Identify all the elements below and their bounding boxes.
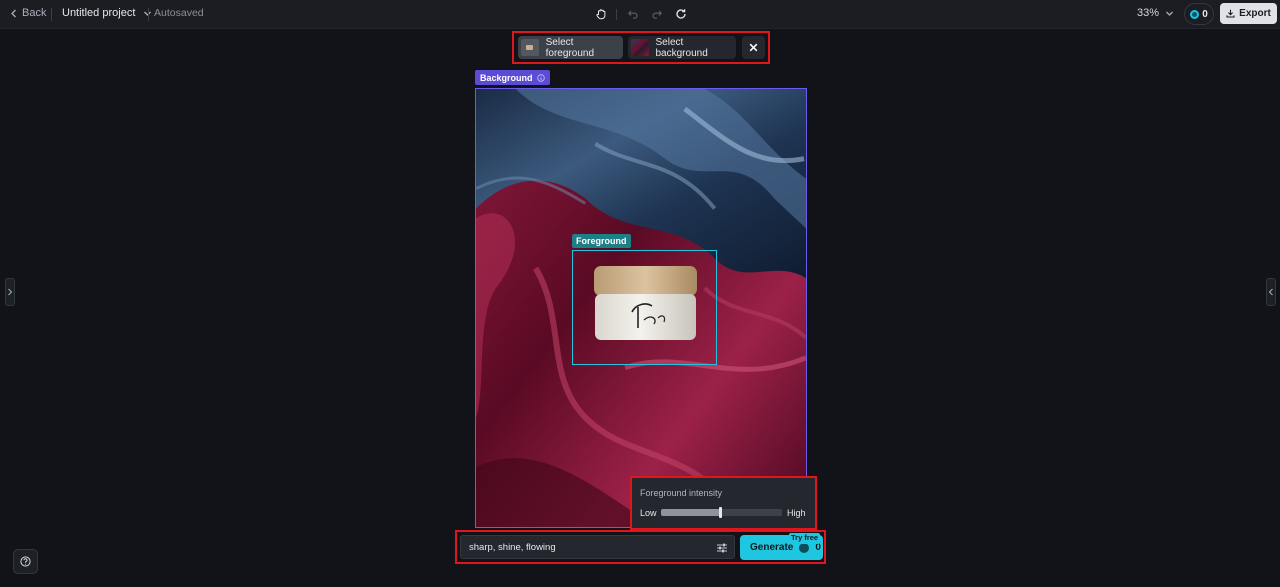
undo-button[interactable] bbox=[625, 6, 641, 22]
background-thumbnail bbox=[631, 39, 649, 56]
credit-coin-icon bbox=[1190, 9, 1200, 19]
sliders-icon[interactable] bbox=[716, 542, 728, 554]
select-background-button[interactable]: Select background bbox=[628, 36, 736, 59]
zoom-level: 33% bbox=[1137, 7, 1160, 19]
intensity-low-label: Low bbox=[640, 508, 657, 518]
credits-button[interactable]: 0 bbox=[1184, 3, 1214, 25]
background-layer-tag[interactable]: Background bbox=[475, 70, 550, 85]
autosave-status: Autosaved bbox=[154, 7, 204, 19]
refresh-icon bbox=[676, 9, 686, 19]
try-free-badge: Try free bbox=[789, 533, 821, 544]
intensity-title: Foreground intensity bbox=[640, 488, 723, 498]
intensity-slider-handle[interactable] bbox=[719, 507, 722, 518]
chevron-down-icon bbox=[1166, 11, 1173, 16]
generate-button[interactable]: Generate 0 Try free bbox=[740, 533, 823, 560]
zoom-dropdown[interactable]: 33% bbox=[1137, 7, 1174, 19]
divider bbox=[148, 8, 149, 21]
project-title: Untitled project bbox=[62, 7, 136, 19]
refresh-button[interactable] bbox=[673, 6, 689, 22]
chevron-left-icon bbox=[11, 9, 16, 17]
select-background-label: Select background bbox=[655, 36, 708, 59]
prompt-input[interactable]: sharp, shine, flowing bbox=[460, 535, 735, 559]
export-button[interactable]: Export bbox=[1220, 3, 1277, 24]
intensity-slider[interactable] bbox=[661, 507, 782, 518]
export-label: Export bbox=[1239, 8, 1271, 19]
foreground-intensity-panel: Foreground intensity Low High bbox=[630, 476, 817, 530]
help-icon bbox=[20, 556, 31, 567]
select-foreground-label: Select foreground bbox=[545, 36, 595, 59]
generate-label: Generate bbox=[750, 542, 794, 553]
download-icon bbox=[1226, 9, 1235, 18]
top-bar: Back Untitled project Autosaved 33% 0 Ex… bbox=[0, 0, 1280, 29]
divider bbox=[51, 8, 52, 21]
back-label: Back bbox=[22, 7, 47, 19]
intensity-slider-fill bbox=[661, 509, 720, 516]
project-title-dropdown[interactable]: Untitled project bbox=[62, 7, 152, 19]
foreground-layer-tag[interactable]: Foreground bbox=[572, 234, 631, 248]
cosmetic-jar-image bbox=[594, 266, 697, 340]
redo-button[interactable] bbox=[649, 6, 665, 22]
divider bbox=[616, 9, 617, 20]
select-foreground-button[interactable]: Select foreground bbox=[518, 36, 623, 59]
panel-expand-right-icon bbox=[1268, 288, 1273, 296]
credits-count: 0 bbox=[1202, 8, 1208, 20]
credit-coin-icon bbox=[799, 542, 810, 553]
selection-toolbar: Select foreground Select background bbox=[512, 31, 770, 64]
hand-icon bbox=[596, 9, 606, 20]
background-tag-label: Background bbox=[480, 72, 533, 83]
intensity-high-label: High bbox=[787, 508, 806, 518]
left-panel-toggle[interactable] bbox=[5, 278, 15, 306]
hand-tool-button[interactable] bbox=[593, 6, 609, 22]
info-icon bbox=[536, 73, 545, 82]
close-icon bbox=[749, 43, 758, 52]
redo-icon bbox=[652, 10, 663, 19]
prompt-text: sharp, shine, flowing bbox=[469, 541, 556, 553]
panel-expand-left-icon bbox=[8, 288, 13, 296]
prompt-bar: sharp, shine, flowing Generate 0 Try fre… bbox=[455, 530, 826, 564]
undo-icon bbox=[627, 10, 638, 19]
right-panel-toggle[interactable] bbox=[1266, 278, 1276, 306]
back-button[interactable]: Back bbox=[10, 7, 46, 19]
close-selection-button[interactable] bbox=[742, 36, 765, 59]
foreground-thumbnail bbox=[521, 39, 539, 56]
help-button[interactable] bbox=[13, 549, 38, 574]
